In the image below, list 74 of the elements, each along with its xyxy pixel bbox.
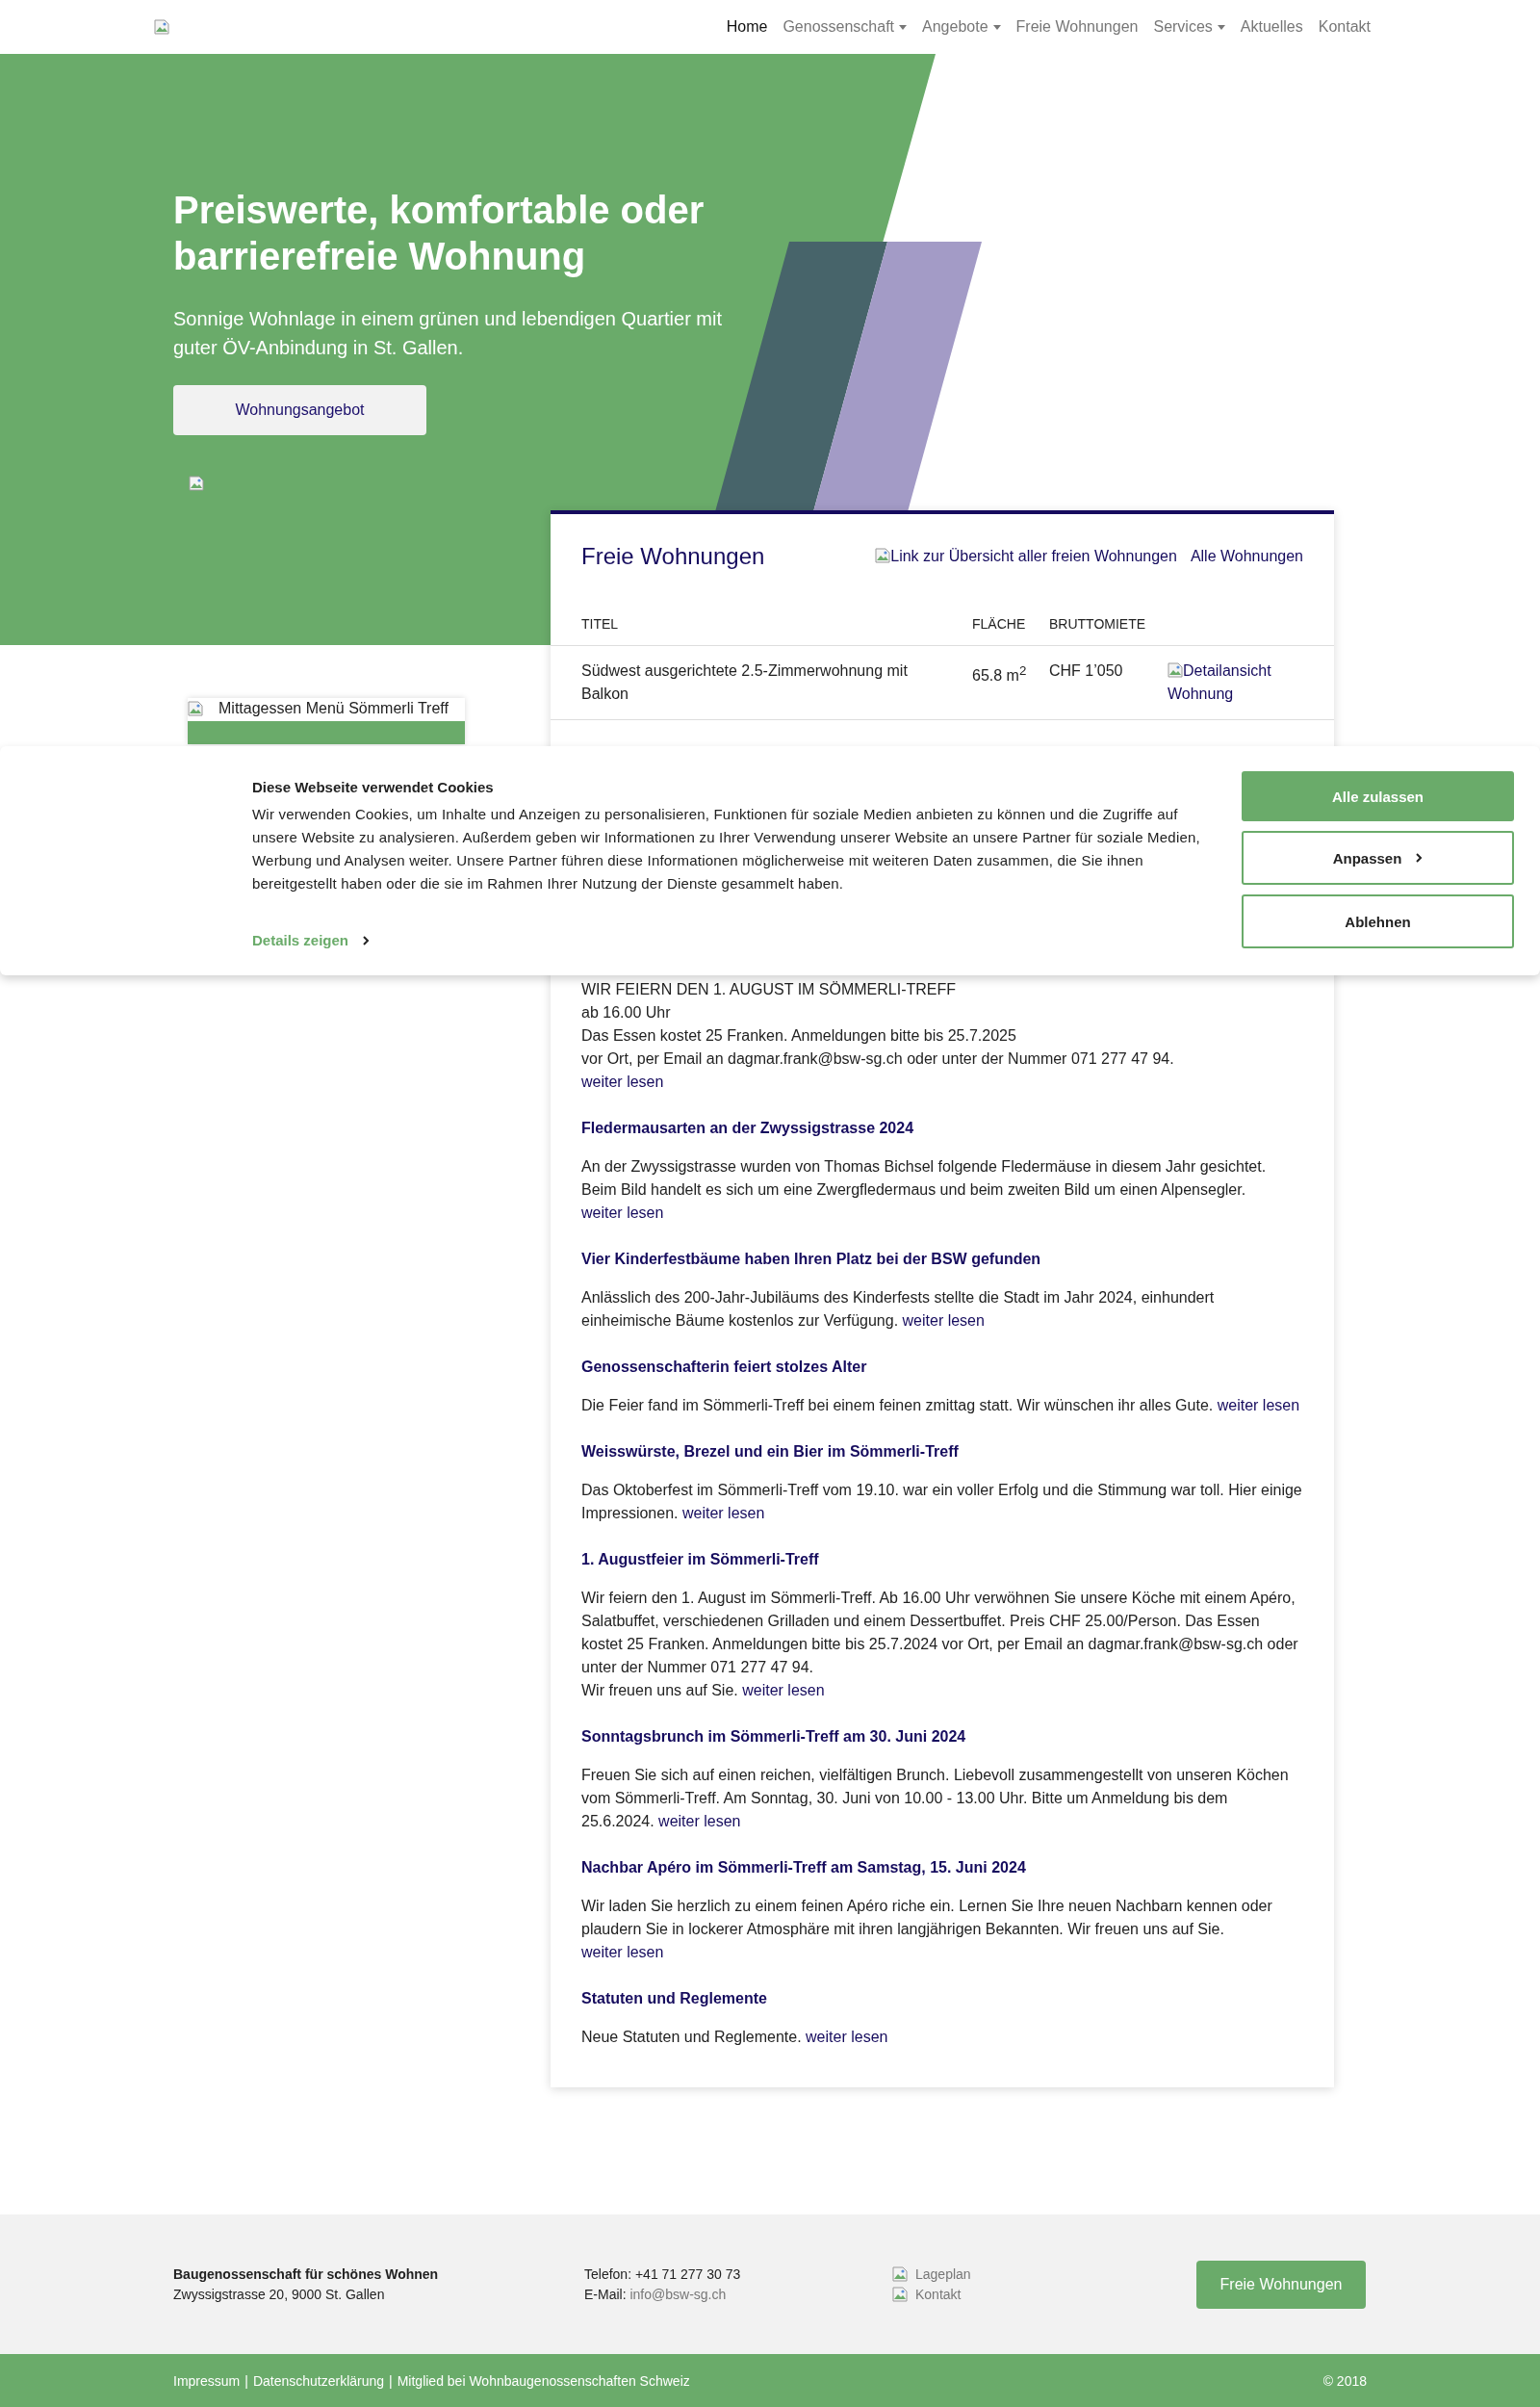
section-title: Freie Wohnungen <box>581 543 765 570</box>
all-apartments-link[interactable]: Alle Wohnungen <box>1190 548 1303 565</box>
email-link[interactable]: info@bsw-sg.ch <box>629 2286 727 2302</box>
cookie-button[interactable]: Anpassen <box>1242 831 1514 885</box>
broken-image-icon <box>875 548 891 563</box>
nav-link[interactable]: Services <box>1145 11 1233 43</box>
broken-image-icon <box>892 2287 908 2302</box>
read-more-link[interactable]: weiter lesen <box>1217 1397 1300 1413</box>
nav-link[interactable]: Aktuelles <box>1232 11 1311 43</box>
caret-icon <box>1217 24 1225 30</box>
image-alt-text: Mittagessen Menü Sömmerli Treff <box>218 700 449 717</box>
news-title: Fledermausarten an der Zwyssigstrasse 2024 <box>581 1119 915 1138</box>
news-text: An der Zwyssigstrasse wurden von Thomas Bichsel folgende Fledermäuse in diesem Jahr gesichtet. Beim Bild handelt es sich um eine Zwergfledermaus und beim zweiten Bild um einen Alpensegler. weiter lesen <box>581 1157 1268 1223</box>
overview-image-link[interactable]: Link zur Übersicht aller freien Wohnungen <box>875 548 1177 565</box>
read-more-link[interactable]: weiter lesen <box>658 1813 741 1829</box>
nav-link[interactable]: Freie Wohnungen <box>1008 11 1146 43</box>
nav-link[interactable]: Home <box>718 11 776 43</box>
chevron-icon <box>1415 852 1424 864</box>
chevron-icon <box>362 934 371 946</box>
news-text: WIR FEIERN DEN 1. AUGUST IM SÖMMERLI-TREFF ab 16.00 Uhr Das Essen kostet 25 Franken. Anmeldungen bitte bis 25.7.2025 vor Ort, per Email an dagmar.frank@bsw-sg.ch oder unter der Nummer 071 277 47 94. weiter lesen <box>581 980 1175 1092</box>
caret-icon <box>899 24 908 30</box>
read-more-link[interactable]: weiter lesen <box>902 1312 985 1329</box>
separator-text: | <box>389 2372 393 2389</box>
news-title: Nachbar Apéro im Sömmerli-Treff am Samstag, 15. Juni 2024 <box>581 1858 1027 1877</box>
hero-title: Preiswerte, komfortable oder barrierefreie Wohnung <box>173 188 706 279</box>
footer-link[interactable]: Lageplan <box>892 2264 1196 2285</box>
table-cell: Südwest ausgerichtete 2.5-Zimmerwohnung mit Balkon <box>581 662 908 702</box>
broken-image-icon <box>892 2266 908 2282</box>
detail-image-link[interactable]: Detailansicht Wohnung <box>1168 660 1293 706</box>
cookie-title: Diese Webseite verwendet Cookies <box>252 779 495 795</box>
table-cell: CHF 1’050 <box>1049 662 1123 679</box>
news-text: Freuen Sie sich auf einen reichen, vielfältigen Brunch. Liebevoll zusammengestellt von unseren Köchen vom Sömmerli-Treff. Am Sonntag, 30. Juni von 10.00 - 13.00 Uhr. Bitte um Anmeldung bis dem 25.6.2024. weiter lesen <box>581 1766 1290 1831</box>
news-title: Sonntagsbrunch im Sömmerli-Treff am 30. Juni 2024 <box>581 1727 967 1747</box>
news-text: Das Oktoberfest im Sömmerli-Treff vom 19.10. war ein voller Erfolg und die Stimmung war toll. Hier einige Impressionen. weiter lesen <box>581 1481 1303 1523</box>
news-text: Wir feiern den 1. August im Sömmerli-Treff. Ab 16.00 Uhr verwöhnen Sie unsere Köche mit einem Apéro, Salatbuffet, verschiedenen Grilladen und einem Dessertbuffet. Preis CHF 25.00/Person. Das Essen kostet 25 Franken. Anmeldungen bitte bis 25.7.2024 vor Ort, per Email an dagmar.frank@bsw-sg.ch oder unter der Nummer 071 277 47 94. Wir freuen uns auf Sie. weiter lesen <box>581 1589 1299 1700</box>
broken-image-icon <box>189 476 204 491</box>
nav-link[interactable]: Kontakt <box>1310 11 1378 43</box>
apartment-offer-button[interactable]: Wohnungsangebot <box>173 385 426 435</box>
nav-link[interactable]: Genossenschaft <box>775 11 915 43</box>
news-text: Die Feier fand im Sömmerli-Treff bei einem feinen zmittag statt. Wir wünschen ihr alles Gute. weiter lesen <box>581 1396 1301 1415</box>
news-text: Wir laden Sie herzlich zu einem feinen Apéro riche ein. Lernen Sie Ihre neuen Nachbarn kennen oder plaudern Sie in lockerer Atmosphäre mit ihren langjährigen Bekannten. Wir freuen uns auf Sie. weiter lesen <box>581 1897 1273 1962</box>
phone-text: Telefon: +41 71 277 30 73 <box>584 2265 742 2284</box>
read-more-link[interactable]: weiter lesen <box>742 1682 825 1698</box>
news-title: Weisswürste, Brezel und ein Bier im Sömmerli-Treff <box>581 1442 960 1462</box>
cookie-text: Wir verwenden Cookies, um Inhalte und Anzeigen zu personalisieren, Funktionen für soziale Medien anbieten zu können und die Zugriffe auf unsere Website zu analysieren. Außerdem geben wir Informationen zu Ihrer Verwendung unserer Website an unsere Partner für soziale Medien, Werbung und Analysen weiter. Unsere Partner führen diese Informationen möglicherweise mit weiteren Daten zusammen, die Sie ihnen bereitgestellt haben oder die sie im Rahmen Ihrer Nutzung der Dienste gesammelt haben. <box>252 805 1201 893</box>
email-label: E-Mail: <box>584 2286 627 2302</box>
footer-link[interactable]: Kontakt <box>892 2284 1196 2305</box>
caret-icon <box>992 24 1001 30</box>
column-header: TITEL <box>551 605 972 646</box>
hero-subtitle: Sonnige Wohnlage in einem grünen und lebendigen Quartier mit guter ÖV-Anbindung in St. Gallen. <box>173 307 723 360</box>
news-title: Statuten und Reglemente <box>581 1989 768 2008</box>
side-card[interactable]: Mittagessen Menü Sömmerli Treff <box>188 698 465 744</box>
broken-image-icon <box>1168 662 1183 678</box>
read-more-link[interactable]: weiter lesen <box>806 2029 888 2045</box>
read-more-link[interactable]: weiter lesen <box>681 1505 765 1521</box>
cookie-button[interactable]: Ablehnen <box>1242 894 1514 948</box>
copyright-text: © 2018 <box>1322 2372 1367 2389</box>
column-header: BRUTTOMIETE <box>1049 605 1168 646</box>
read-more-link[interactable]: weiter lesen <box>581 1204 664 1221</box>
logo-broken-image-icon <box>154 19 169 35</box>
read-more-link[interactable]: weiter lesen <box>581 1944 664 1960</box>
column-header: FLÄCHE <box>972 605 1049 646</box>
address: Zwyssigstrasse 20, 9000 St. Gallen <box>173 2285 386 2304</box>
broken-image-icon <box>188 701 203 716</box>
table-cell: 65.8 m$^{2}$ <box>972 667 1027 685</box>
nav-link[interactable]: Angebote <box>914 11 1009 43</box>
news-title: Genossenschafterin feiert stolzes Alter <box>581 1358 868 1377</box>
news-title: Vier Kinderfestbäume haben Ihren Platz bei der BSW gefunden <box>581 1250 1042 1269</box>
news-title: 1. Augustfeier im Sömmerli-Treff <box>581 1550 820 1569</box>
separator-text: | <box>244 2372 248 2389</box>
news-text: Neue Statuten und Reglemente. weiter lesen <box>581 2028 889 2047</box>
news-text: Anlässlich des 200-Jahr-Jubiläums des Kinderfests stellte die Stadt im Jahr 2024, einhundert einheimische Bäume kostenlos zur Verfügung. weiter lesen <box>581 1288 1216 1331</box>
org-name: Baugenossenschaft für schönes Wohnen <box>173 2265 440 2284</box>
read-more-link[interactable]: weiter lesen <box>581 1074 664 1090</box>
